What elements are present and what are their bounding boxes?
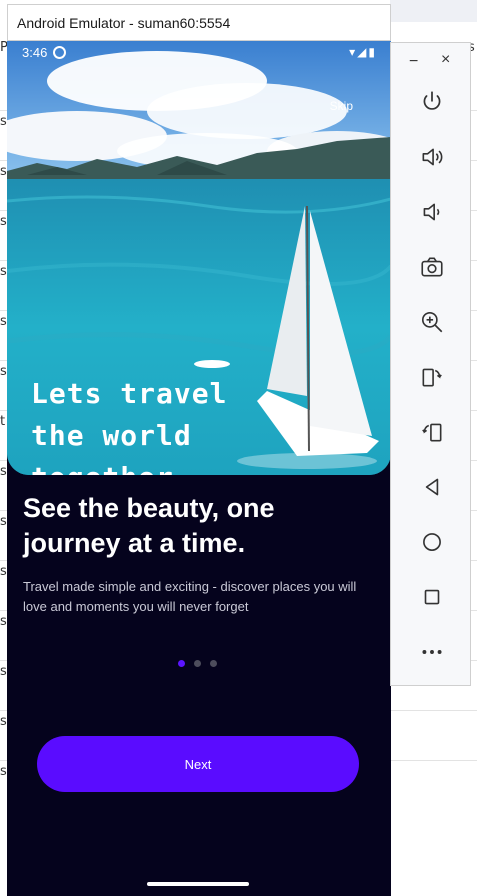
phone-screen: 3:46 ▾◢▮ Skip Lets travel the world toge… — [7, 41, 391, 896]
onboarding-headline: See the beauty, one journey at a time. — [23, 493, 275, 558]
background-row-letter: s — [0, 164, 7, 179]
hero-caption-line: the world — [31, 419, 192, 452]
background-row-letter: s — [0, 464, 7, 479]
skip-button[interactable]: Skip — [330, 99, 353, 113]
zoom-in-icon — [421, 311, 442, 333]
home-icon — [422, 533, 441, 551]
volume-up-icon — [422, 148, 442, 166]
emulator-title-bar[interactable]: Android Emulator - suman60:5554 — [7, 4, 391, 41]
gesture-home-bar[interactable] — [147, 882, 249, 886]
hero-caption-line: together — [31, 457, 227, 475]
background-row-letter: s — [0, 514, 7, 529]
more-icon — [421, 650, 442, 654]
hero-caption-line: Lets travel — [31, 377, 228, 410]
home-button[interactable] — [391, 529, 472, 559]
rotate-right-button[interactable] — [391, 364, 472, 394]
close-button[interactable]: × — [441, 51, 450, 69]
background-row-letter: s — [0, 214, 7, 229]
background-row-letter: s — [0, 664, 7, 679]
emulator-window: Android Emulator - suman60:5554 3:46 ▾◢▮… — [7, 4, 391, 896]
emulator-title: Android Emulator - suman60:5554 — [17, 15, 231, 31]
background-topbar — [390, 0, 477, 22]
emulator-toolbar: − × — [390, 42, 471, 686]
overview-button[interactable] — [391, 584, 472, 614]
page-dot-active[interactable] — [178, 660, 185, 667]
status-notification-icon — [53, 46, 66, 59]
background-row-letter: s — [0, 114, 7, 129]
minimize-button[interactable]: − — [409, 53, 418, 71]
zoom-button[interactable] — [391, 309, 472, 339]
hero-image: 3:46 ▾◢▮ Skip Lets travel the world toge… — [7, 41, 391, 475]
background-row-letter: s — [0, 764, 7, 779]
background-row-letter: s — [0, 614, 7, 629]
camera-icon — [420, 257, 443, 277]
page-dot[interactable] — [194, 660, 201, 667]
overview-icon — [424, 589, 439, 605]
background-row-letter: s — [0, 264, 7, 279]
rotate-left-button[interactable] — [391, 419, 472, 449]
rotate-right-icon — [422, 368, 442, 387]
volume-down-button[interactable] — [391, 199, 472, 229]
power-button[interactable] — [391, 89, 472, 119]
more-button[interactable] — [391, 639, 472, 669]
volume-down-icon — [423, 203, 439, 221]
background-row-letter: s — [0, 314, 7, 329]
page-dot[interactable] — [210, 660, 217, 667]
next-button[interactable]: Next — [37, 736, 359, 792]
status-icons: ▾◢▮ — [349, 45, 377, 59]
background-row-letter: t — [0, 414, 6, 429]
rotate-left-icon — [421, 423, 441, 442]
hero-caption: Lets travel the world together — [31, 373, 227, 475]
power-icon — [423, 91, 440, 110]
background-row-letter: s — [0, 714, 7, 729]
onboarding-subtitle: Travel made simple and exciting - discov… — [23, 579, 357, 614]
screenshot-button[interactable] — [391, 254, 472, 284]
status-time: 3:46 — [22, 45, 48, 60]
volume-up-button[interactable] — [391, 144, 472, 174]
background-row-letter: s — [0, 364, 7, 379]
back-button[interactable] — [391, 474, 472, 504]
back-icon — [425, 478, 438, 496]
background-row-letter: s — [0, 564, 7, 579]
